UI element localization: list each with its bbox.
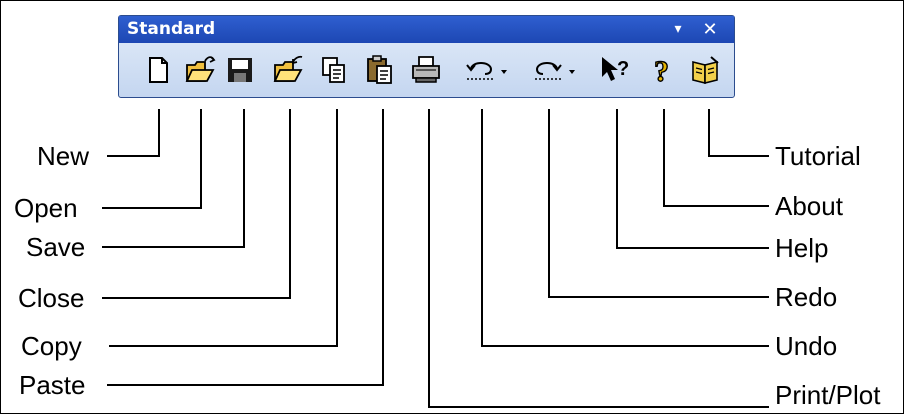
label-paste: Paste <box>19 370 86 400</box>
label-help: Help <box>775 233 829 263</box>
leader-tutorial <box>708 109 769 157</box>
label-redo: Redo <box>775 282 838 312</box>
leader-save <box>102 109 245 248</box>
leader-print <box>428 109 769 408</box>
leader-undo <box>481 109 769 347</box>
label-about: About <box>775 191 843 221</box>
leader-close <box>102 109 291 299</box>
label-copy: Copy <box>21 331 82 361</box>
leader-copy <box>109 109 338 347</box>
leader-new <box>107 109 160 157</box>
label-close: Close <box>18 283 85 313</box>
callout-leader-lines <box>102 109 769 408</box>
annotated-toolbar-figure: Standard ▾ ✕ ? ? New Open Save Close Cop… <box>0 0 904 414</box>
leader-redo <box>548 109 769 298</box>
label-print-plot: Print/Plot <box>775 380 881 410</box>
label-undo: Undo <box>775 331 838 361</box>
label-tutorial: Tutorial <box>775 141 861 171</box>
label-save: Save <box>26 232 86 262</box>
label-open: Open <box>14 193 78 223</box>
leader-open <box>102 109 202 209</box>
leader-help <box>616 109 769 249</box>
leader-about <box>663 109 769 207</box>
label-new: New <box>37 141 90 171</box>
